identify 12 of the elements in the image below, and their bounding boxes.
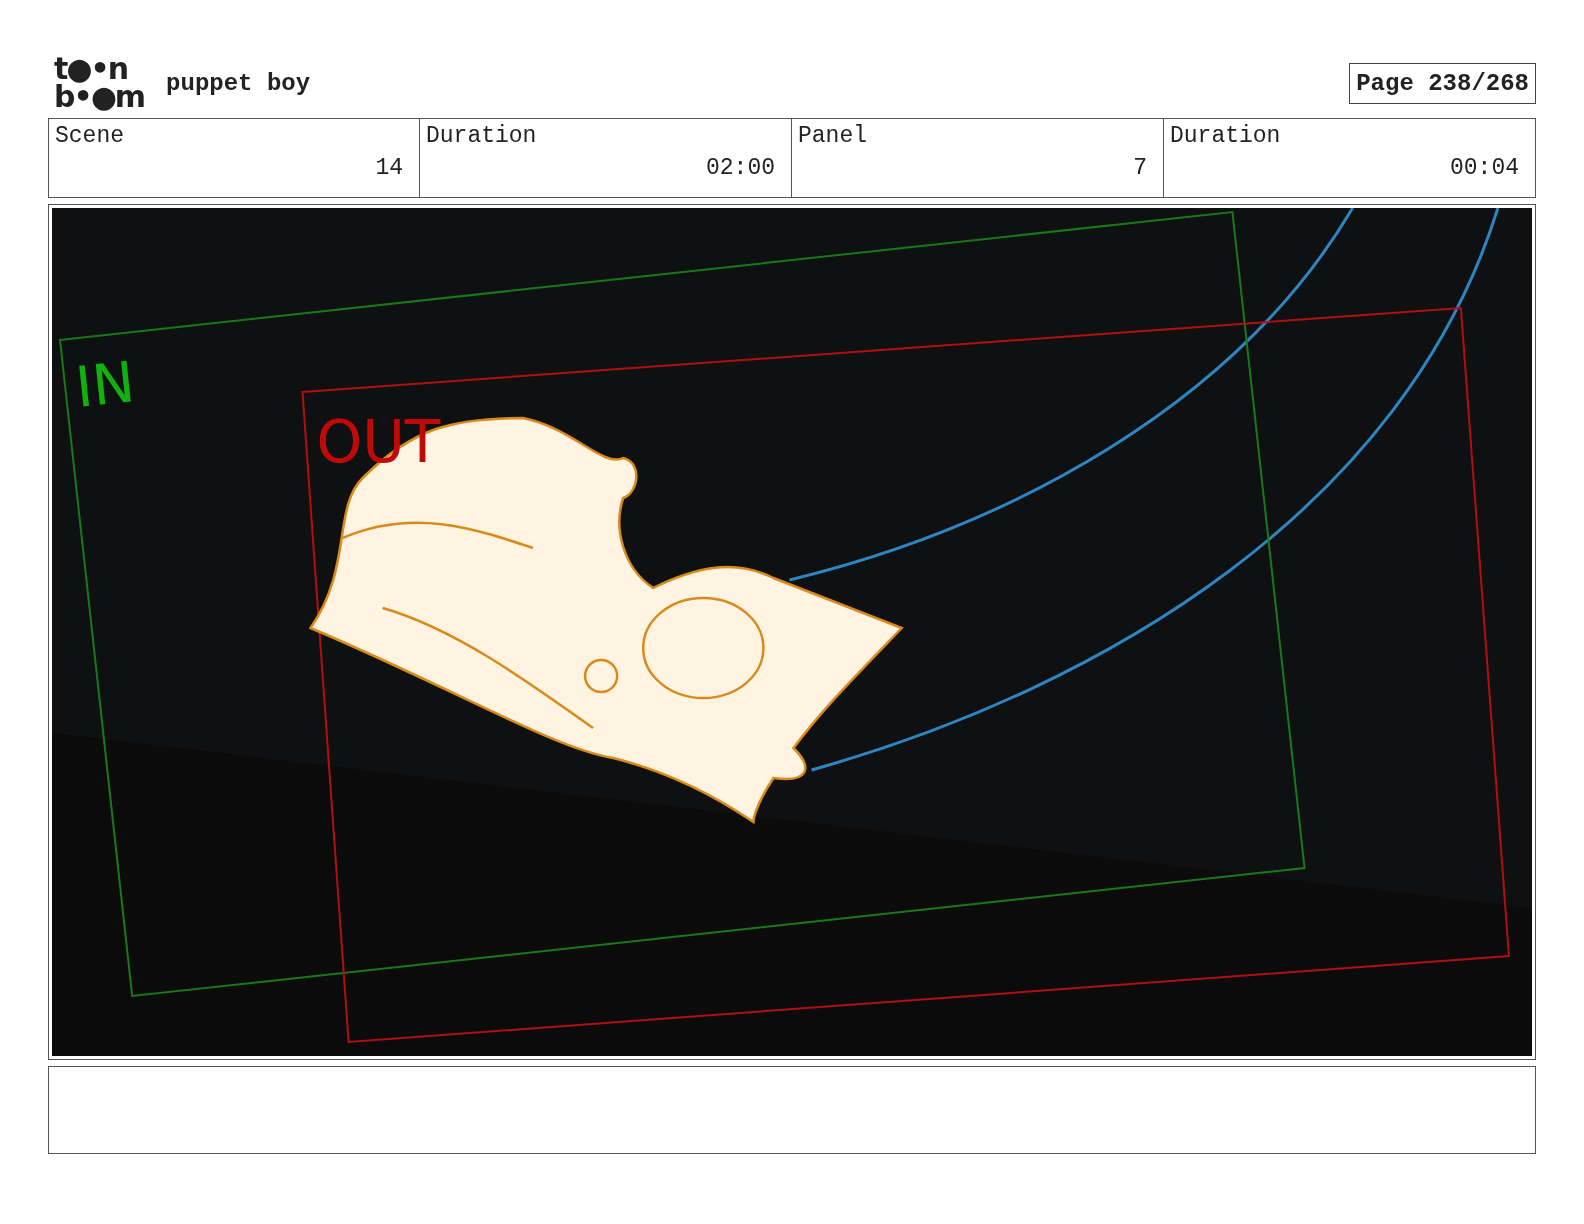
page-number: Page 238/268 (1349, 62, 1536, 104)
info-label: Duration (426, 123, 538, 149)
logo: t●•n b•●m (54, 55, 145, 111)
info-value: 14 (374, 155, 403, 181)
info-value: 00:04 (1449, 155, 1519, 181)
project-title: puppet boy (166, 69, 311, 97)
info-label: Duration (1170, 123, 1282, 149)
in-label: IN (72, 349, 138, 420)
info-label: Scene (55, 123, 125, 149)
info-value: 7 (1132, 155, 1147, 181)
info-label: Panel (798, 123, 868, 149)
info-value: 02:00 (705, 155, 775, 181)
